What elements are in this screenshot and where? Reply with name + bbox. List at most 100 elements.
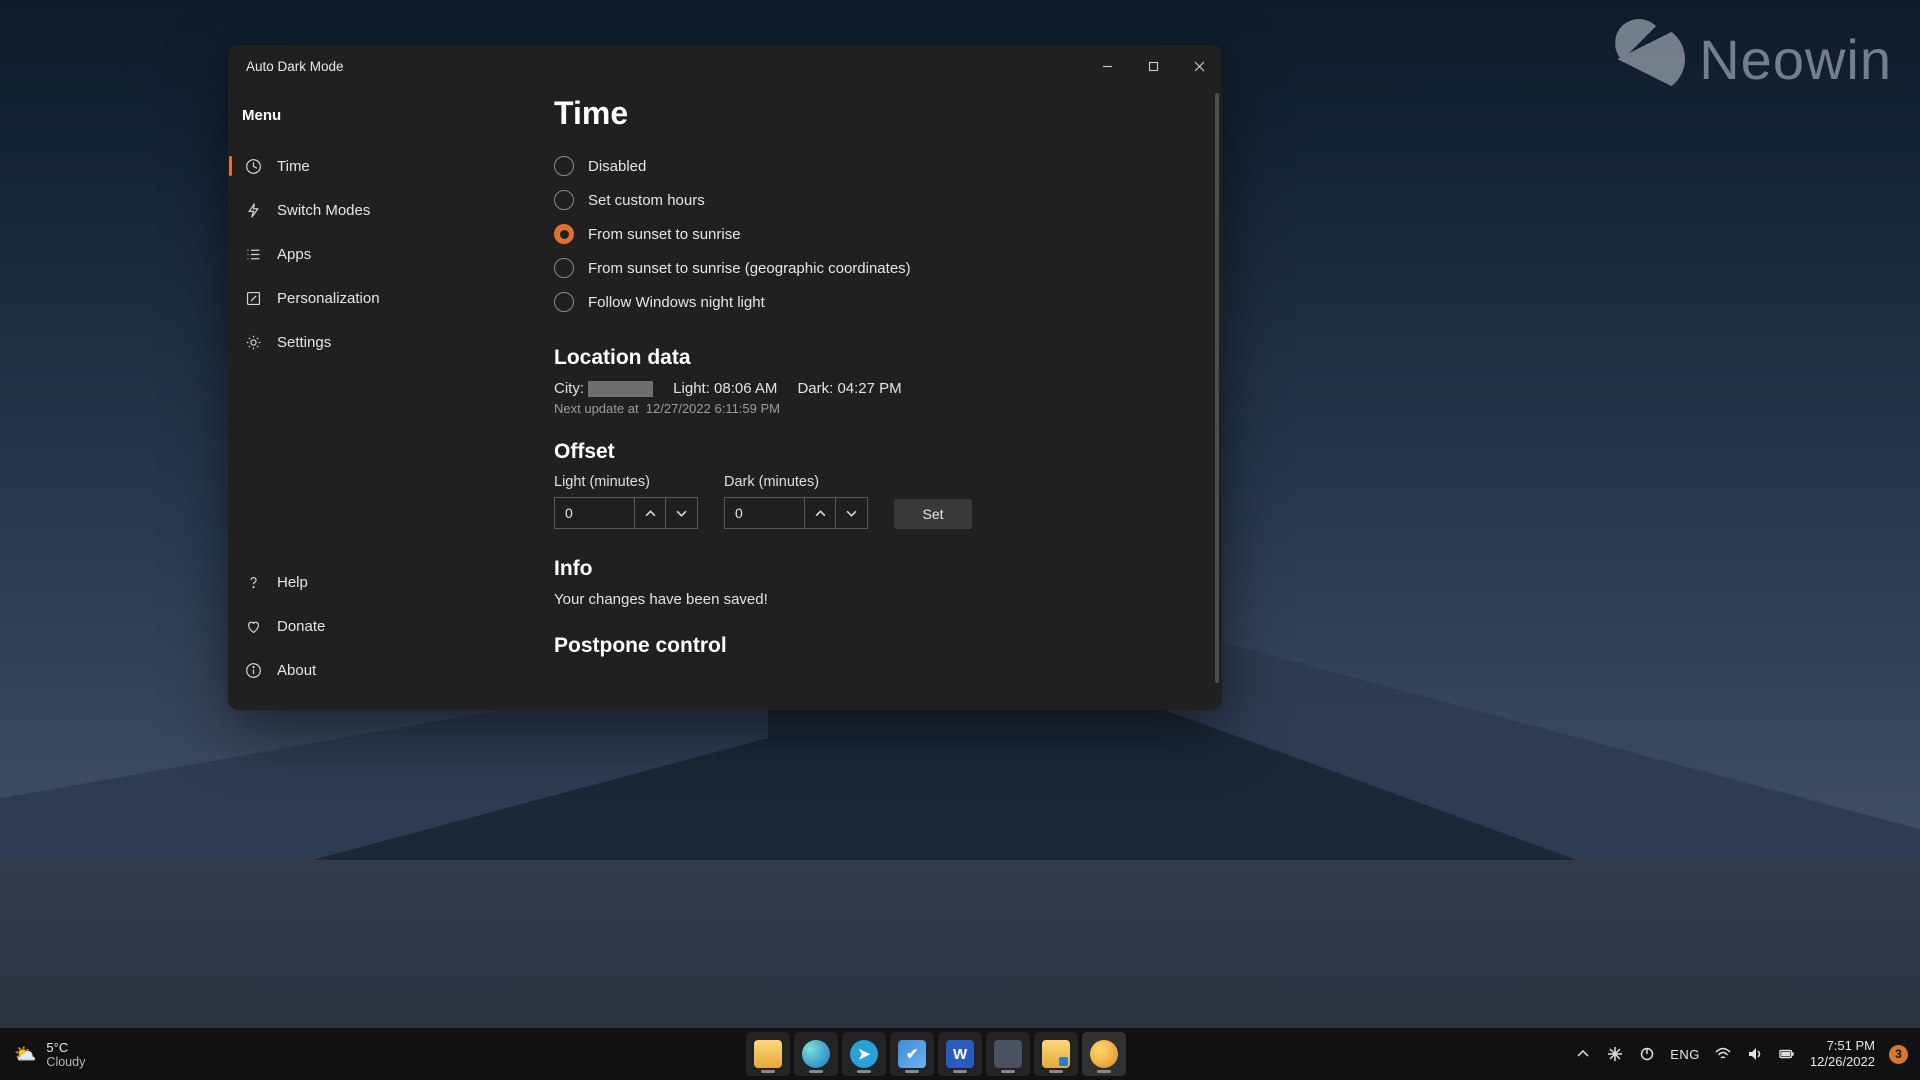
edit-icon xyxy=(244,289,262,307)
radio-from-sunset-to-sunrise[interactable]: From sunset to sunrise xyxy=(554,224,1174,244)
radio-set-custom-hours[interactable]: Set custom hours xyxy=(554,190,1174,210)
tb-explorer[interactable] xyxy=(746,1032,790,1076)
taskbar-clock[interactable]: 7:51 PM 12/26/2022 xyxy=(1810,1038,1875,1071)
wallpaper-ground xyxy=(0,860,1920,1040)
offset-dark-down[interactable] xyxy=(836,497,868,529)
offset-heading: Offset xyxy=(554,440,1174,464)
weather-temp: 5°C xyxy=(46,1040,85,1055)
sidebar-item-about[interactable]: About xyxy=(228,648,554,692)
content-pane: Time Disabled Set custom hours From sunset… xyxy=(554,87,1222,710)
start-button[interactable] xyxy=(698,1032,742,1076)
radio-circle-icon xyxy=(554,190,574,210)
sidebar-item-label: About xyxy=(277,662,316,679)
radio-from-sunset-to-sunrise-geographic-coordinates-[interactable]: From sunset to sunrise (geographic coord… xyxy=(554,258,1174,278)
offset-dark-label: Dark (minutes) xyxy=(724,474,868,490)
offset-light-label: Light (minutes) xyxy=(554,474,698,490)
sidebar: Menu Time Switch Modes Apps Personalization… xyxy=(228,87,554,710)
battery-icon[interactable] xyxy=(1778,1045,1796,1063)
taskbar-center: ➤ ✔ W xyxy=(250,1032,1574,1076)
radio-label: From sunset to sunrise (geographic coord… xyxy=(588,260,911,277)
heart-icon xyxy=(244,617,262,635)
location-row: City: Light: 08:06 AM Dark: 04:27 PM xyxy=(554,380,1174,397)
sidebar-item-label: Personalization xyxy=(277,290,380,307)
content-scrollbar[interactable] xyxy=(1215,93,1219,683)
light-time: 08:06 AM xyxy=(714,380,777,397)
radio-follow-windows-night-light[interactable]: Follow Windows night light xyxy=(554,292,1174,312)
tb-word[interactable]: W xyxy=(938,1032,982,1076)
app-window: Auto Dark Mode Menu Time Switch Modes Apps… xyxy=(228,45,1222,710)
volume-icon[interactable] xyxy=(1746,1045,1764,1063)
offset-light-down[interactable] xyxy=(666,497,698,529)
minimize-button[interactable] xyxy=(1084,49,1130,83)
bolt-icon xyxy=(244,201,262,219)
radio-label: From sunset to sunrise xyxy=(588,226,741,243)
tray-overflow[interactable] xyxy=(1574,1045,1592,1063)
titlebar[interactable]: Auto Dark Mode xyxy=(228,45,1222,87)
taskbar-time: 7:51 PM xyxy=(1810,1038,1875,1054)
info-icon xyxy=(244,661,262,679)
tray-app-icon[interactable] xyxy=(1606,1045,1624,1063)
postpone-heading: Postpone control xyxy=(554,634,1174,658)
sidebar-header: Menu xyxy=(228,95,554,144)
sidebar-item-label: Help xyxy=(277,574,308,591)
dark-time: 04:27 PM xyxy=(837,380,901,397)
light-label: Light: xyxy=(673,380,710,397)
sidebar-item-switch-modes[interactable]: Switch Modes xyxy=(228,188,554,232)
radio-circle-icon xyxy=(554,224,574,244)
radio-label: Set custom hours xyxy=(588,192,705,209)
sidebar-item-label: Switch Modes xyxy=(277,202,370,219)
set-button[interactable]: Set xyxy=(894,499,972,529)
help-icon xyxy=(244,573,262,591)
neowin-logo-icon xyxy=(1617,25,1685,93)
offset-light-input[interactable] xyxy=(554,497,634,529)
radio-circle-icon xyxy=(554,292,574,312)
sidebar-item-apps[interactable]: Apps xyxy=(228,232,554,276)
radio-label: Disabled xyxy=(588,158,646,175)
info-heading: Info xyxy=(554,557,1174,581)
weather-icon: ⛅ xyxy=(14,1044,36,1065)
offset-dark-up[interactable] xyxy=(804,497,836,529)
sidebar-item-label: Settings xyxy=(277,334,331,351)
radio-label: Follow Windows night light xyxy=(588,294,765,311)
city-label: City: xyxy=(554,380,584,397)
sidebar-item-donate[interactable]: Donate xyxy=(228,604,554,648)
taskbar-date: 12/26/2022 xyxy=(1810,1054,1875,1070)
notification-badge[interactable]: 3 xyxy=(1889,1045,1908,1064)
language-indicator[interactable]: ENG xyxy=(1670,1047,1700,1062)
neowin-watermark: Neowin xyxy=(1617,25,1892,93)
tray-power-icon[interactable] xyxy=(1638,1045,1656,1063)
offset-dark-input[interactable] xyxy=(724,497,804,529)
system-tray: ENG 7:51 PM 12/26/2022 3 xyxy=(1574,1038,1920,1071)
radio-circle-icon xyxy=(554,156,574,176)
maximize-button[interactable] xyxy=(1130,49,1176,83)
dark-label: Dark: xyxy=(797,380,833,397)
close-button[interactable] xyxy=(1176,49,1222,83)
sidebar-item-label: Apps xyxy=(277,246,311,263)
window-title: Auto Dark Mode xyxy=(246,59,1084,74)
time-mode-radios: Disabled Set custom hours From sunset to s… xyxy=(554,156,1174,312)
tb-edge[interactable] xyxy=(794,1032,838,1076)
tb-calculator[interactable] xyxy=(986,1032,1030,1076)
weather-widget[interactable]: ⛅ 5°C Cloudy xyxy=(0,1040,250,1069)
page-title: Time xyxy=(554,95,1174,132)
offset-light-up[interactable] xyxy=(634,497,666,529)
gear-icon xyxy=(244,333,262,351)
radio-disabled[interactable]: Disabled xyxy=(554,156,1174,176)
sidebar-item-time[interactable]: Time xyxy=(228,144,554,188)
tb-files[interactable] xyxy=(1034,1032,1078,1076)
radio-circle-icon xyxy=(554,258,574,278)
list-icon xyxy=(244,245,262,263)
tb-telegram[interactable]: ➤ xyxy=(842,1032,886,1076)
next-update: Next update at 12/27/2022 6:11:59 PM xyxy=(554,401,1174,416)
sidebar-item-settings[interactable]: Settings xyxy=(228,320,554,364)
info-message: Your changes have been saved! xyxy=(554,591,1174,608)
tb-todo[interactable]: ✔ xyxy=(890,1032,934,1076)
sidebar-item-label: Donate xyxy=(277,618,325,635)
sidebar-item-label: Time xyxy=(277,158,310,175)
neowin-text: Neowin xyxy=(1699,27,1892,92)
sidebar-item-personalization[interactable]: Personalization xyxy=(228,276,554,320)
wifi-icon[interactable] xyxy=(1714,1045,1732,1063)
location-heading: Location data xyxy=(554,346,1174,370)
tb-autodarkmode[interactable] xyxy=(1082,1032,1126,1076)
sidebar-item-help[interactable]: Help xyxy=(228,560,554,604)
